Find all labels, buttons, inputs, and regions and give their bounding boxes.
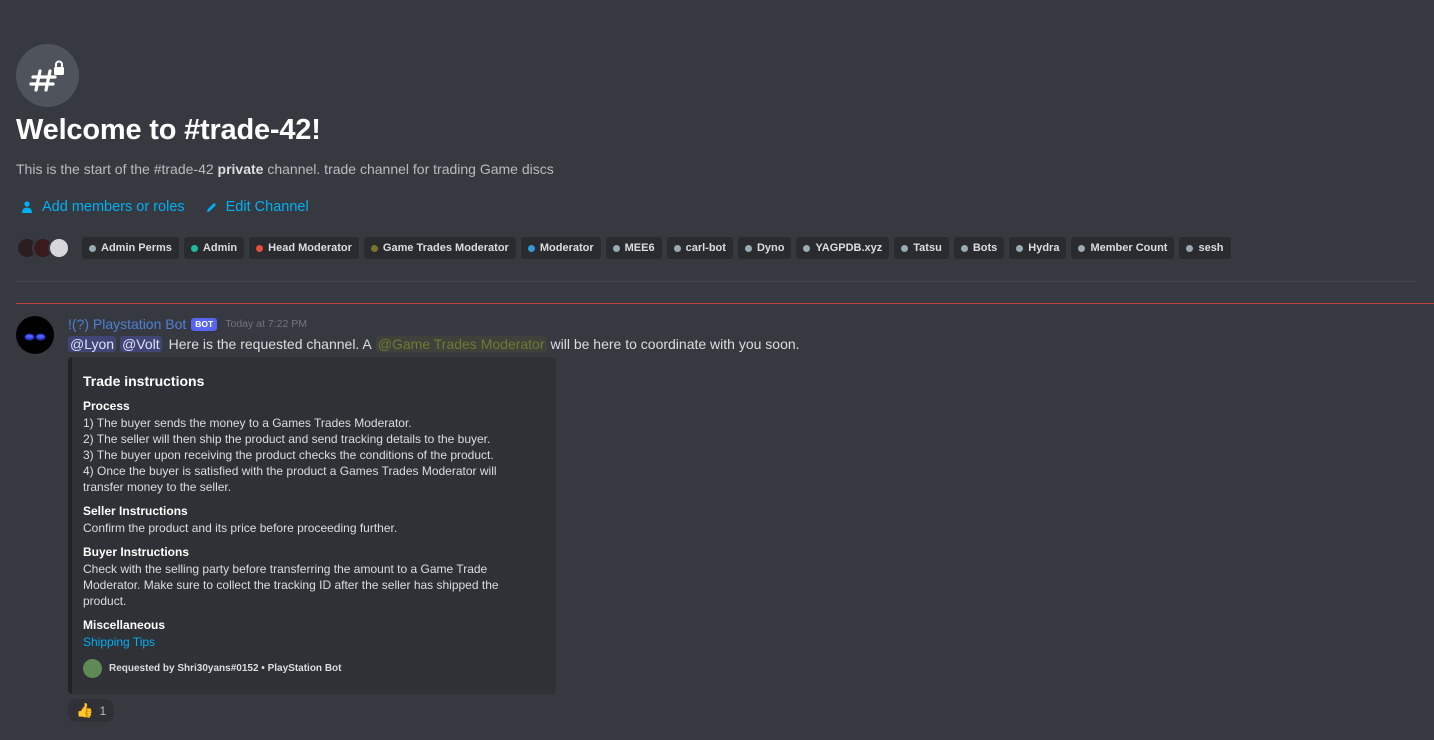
message-text: Here is the requested channel. A [168,336,372,352]
embed-footer-text: Requested by Shri30yans#0152 • PlayStati… [109,663,342,674]
role-name: Head Moderator [268,242,352,254]
role-pill[interactable]: MEE6 [605,237,662,259]
role-mention[interactable]: @Game Trades Moderator [375,336,547,352]
embed-field-line: 4) Once the buyer is satisfied with the … [83,464,497,478]
role-color-dot [901,244,909,252]
role-name: Game Trades Moderator [382,242,509,254]
divider [16,281,1418,282]
role-pill[interactable]: Admin Perms [82,237,179,259]
role-pill[interactable]: Admin [183,237,245,259]
role-color-dot [89,244,96,252]
role-name: Hydra [1028,242,1060,254]
role-color-dot [744,244,752,252]
embed-fields: Process 1) The buyer sends the money to a… [83,399,542,650]
embed-field-value: 1) The buyer sends the money to a Games … [83,415,542,495]
role-color-dot [803,244,811,252]
role-pill-list: Admin Perms Admin Head Moderator Game Trade… [82,237,1236,259]
embed-field-line: product. [83,594,127,608]
new-messages-divider [16,303,1434,304]
message-content: @Lyon @Volt Here is the requested channe… [68,336,800,352]
role-pill[interactable]: Dyno [737,237,792,259]
embed-field-line: transfer money to the seller. [83,480,232,494]
role-pill[interactable]: Moderator [520,237,601,259]
thumbs-up-icon: 👍 [76,702,94,718]
message-author[interactable]: !(?) Playstation Bot [68,316,186,332]
avatar[interactable] [48,237,70,259]
role-pill[interactable]: Tatsu [894,237,949,259]
bot-eyes-icon [24,333,46,341]
embed-field-line: Moderator. Make sure to collect the trac… [83,578,499,592]
role-pill[interactable]: carl-bot [666,237,733,259]
role-pill[interactable]: Head Moderator [249,237,359,259]
add-members-label: Add members or roles [42,199,185,215]
role-pill[interactable]: Game Trades Moderator [363,237,516,259]
hash-lock-icon [28,60,64,92]
embed-field-name: Miscellaneous [83,618,166,632]
add-members-button[interactable]: Add members or roles [20,199,185,215]
edit-channel-button[interactable]: Edit Channel [205,199,309,215]
role-name: Bots [972,242,998,254]
role-color-dot [1016,244,1024,252]
embed-footer: Requested by Shri30yans#0152 • PlayStati… [83,659,542,678]
role-name: carl-bot [685,242,726,254]
role-name: MEE6 [624,242,655,254]
role-color-dot [960,244,968,252]
embed-field-line: 3) The buyer upon receiving the product … [83,448,494,462]
bot-avatar[interactable] [16,316,54,354]
role-name: Admin [202,242,238,254]
member-avatars[interactable] [16,237,70,259]
role-color-dot [1078,244,1086,252]
pencil-icon [206,202,216,212]
user-mention[interactable]: @Lyon [68,336,117,352]
role-color-dot [527,244,535,252]
role-color-dot [1186,244,1194,252]
edit-channel-label: Edit Channel [225,199,309,215]
embed-field-line: Check with the selling party before tran… [83,562,488,576]
page-title: Welcome to #trade-42! [16,114,321,146]
role-color-dot [673,244,681,252]
bot-tag: BOT [191,317,218,331]
role-pill[interactable]: YAGPDB.xyz [796,237,890,259]
embed-title: Trade instructions [83,373,205,389]
embed-field-name: Process [83,399,130,413]
role-name: Member Count [1090,242,1168,254]
embed-field-value: Shipping Tips [83,634,542,650]
role-name: Tatsu [913,242,942,254]
embed-field-line: 2) The seller will then ship the product… [83,432,491,446]
message-timestamp[interactable]: Today at 7:22 PM [225,318,307,330]
role-color-dot [612,244,620,252]
role-name: Dyno [756,242,785,254]
role-pill[interactable]: sesh [1179,237,1231,259]
footer-avatar [83,659,102,678]
message-text: will be here to coordinate with you soon… [550,336,800,352]
reaction-count: 1 [99,703,107,718]
channel-members-roles: Admin Perms Admin Head Moderator Game Trade… [16,237,1236,259]
role-pill[interactable]: Bots [953,237,1005,259]
channel-hash-lock-icon [16,44,79,107]
role-name: YAGPDB.xyz [815,242,883,254]
role-name: Admin Perms [101,242,172,254]
embed-field-value: Check with the selling party before tran… [83,561,542,609]
reaction-button[interactable]: 👍 1 [68,699,115,722]
embed-field-line: 1) The buyer sends the money to a Games … [83,416,412,430]
embed-field-value: Confirm the product and its price before… [83,520,542,536]
embed-field-name: Buyer Instructions [83,545,190,559]
role-name: Moderator [539,242,594,254]
role-name: sesh [1198,242,1224,254]
embed-field-name: Seller Instructions [83,504,188,518]
channel-actions: Add members or roles Edit Channel [20,199,309,215]
shipping-tips-link[interactable]: Shipping Tips [83,635,155,649]
role-pill[interactable]: Member Count [1071,237,1175,259]
role-color-dot [370,244,378,252]
embed-field-line: Confirm the product and its price before… [83,521,398,535]
user-mention[interactable]: @Volt [120,336,162,352]
role-color-dot [190,244,198,252]
role-color-dot [256,244,264,252]
channel-description: This is the start of the #trade-42 priva… [16,161,554,177]
message-header: !(?) Playstation Bot BOT Today at 7:22 P… [68,316,307,332]
message-embed: Trade instructions Process 1) The buyer s… [68,357,556,694]
add-person-icon [22,201,32,213]
role-pill[interactable]: Hydra [1009,237,1067,259]
